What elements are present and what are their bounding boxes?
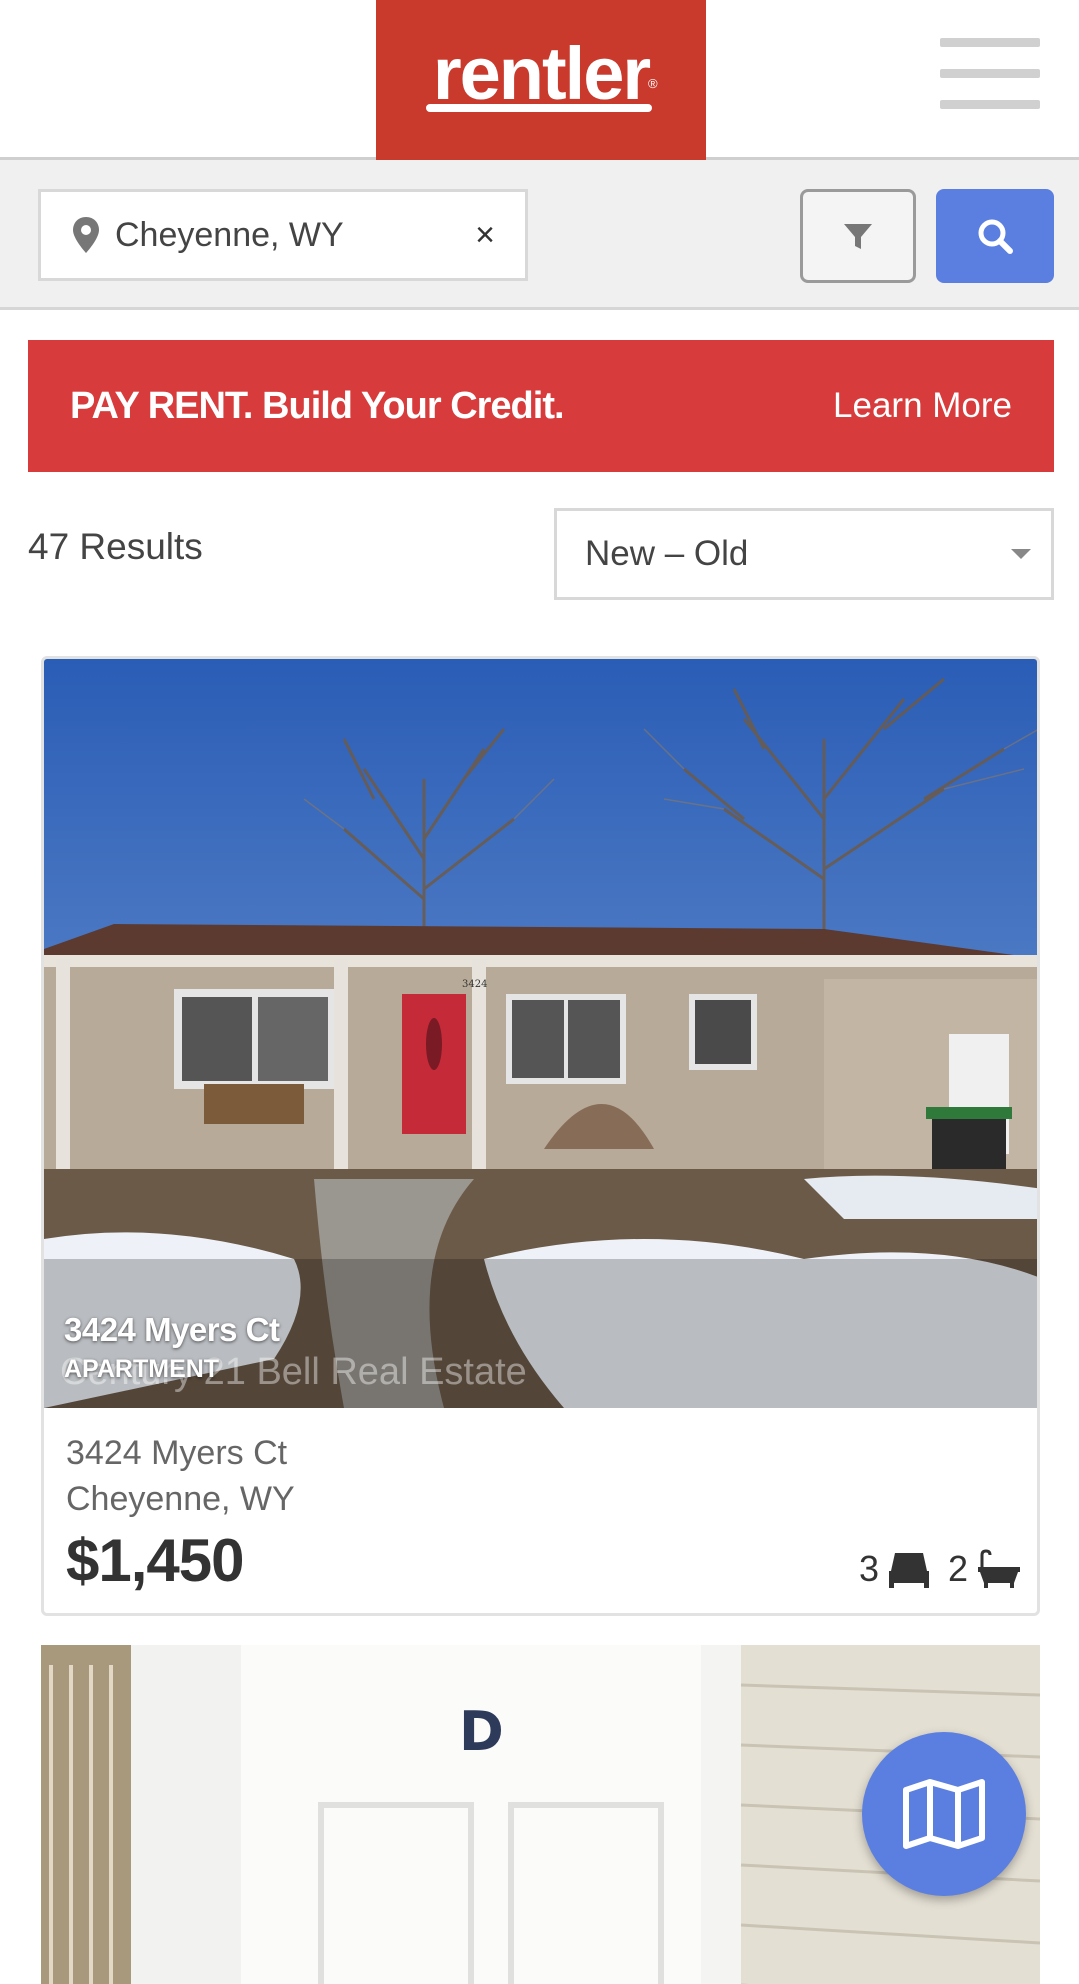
listing-photo: 3424 Century 21 Bell Real Estate 3424 My… <box>44 659 1037 1408</box>
banner-text: PAY RENT. Build Your Credit. <box>70 384 565 427</box>
logo-registered-mark: ® <box>648 76 658 91</box>
app-header: rentler ® <box>0 0 1079 160</box>
chevron-down-icon <box>1011 549 1031 559</box>
filter-button[interactable] <box>800 189 916 283</box>
house-photo: 3424 <box>44 659 1037 1408</box>
listing-address-line1: 3424 Myers Ct <box>66 1434 288 1472</box>
listing-details: 3424 Myers Ct Cheyenne, WY $1,450 3 2 <box>44 1408 1037 1613</box>
results-count: 47 Results <box>28 526 203 567</box>
filter-icon <box>844 224 872 249</box>
location-value: Cheyenne, WY <box>115 215 344 254</box>
learn-more-link[interactable]: Learn More <box>833 386 1012 426</box>
logo-underline <box>426 104 652 112</box>
clear-location-icon[interactable]: × <box>475 216 495 255</box>
listing-address-line2: Cheyenne, WY <box>66 1480 295 1518</box>
map-view-button[interactable] <box>862 1732 1026 1896</box>
baths-count: 2 <box>948 1548 969 1589</box>
search-bar: Cheyenne, WY × <box>0 160 1079 310</box>
search-button[interactable] <box>936 189 1054 283</box>
house-number: 3424 <box>462 979 487 990</box>
location-search-input[interactable]: Cheyenne, WY × <box>38 189 528 281</box>
map-icon <box>903 1779 985 1849</box>
pay-rent-banner[interactable]: PAY RENT. Build Your Credit. Learn More <box>28 340 1054 472</box>
sort-selected-value: New – Old <box>585 534 749 573</box>
door-letter: D <box>459 1700 504 1763</box>
listing-card[interactable]: 3424 Century 21 Bell Real Estate 3424 My… <box>41 656 1040 1616</box>
listing-beds: 3 <box>859 1548 931 1590</box>
listing-price: $1,450 <box>66 1527 245 1594</box>
bathtub-icon <box>978 1549 1021 1588</box>
map-pin-icon <box>73 217 99 253</box>
bed-icon <box>889 1553 930 1588</box>
sort-select[interactable]: New – Old <box>554 508 1054 600</box>
listing-type-label: APARTMENT <box>64 1355 220 1383</box>
menu-icon[interactable] <box>940 38 1040 114</box>
logo-wordmark: rentler <box>432 31 651 115</box>
rentler-logo[interactable]: rentler ® <box>376 0 706 160</box>
beds-count: 3 <box>859 1548 880 1589</box>
listing-baths: 2 <box>948 1548 1022 1590</box>
search-icon <box>978 219 1013 254</box>
listing-overlay-title: 3424 Myers Ct <box>64 1311 280 1348</box>
